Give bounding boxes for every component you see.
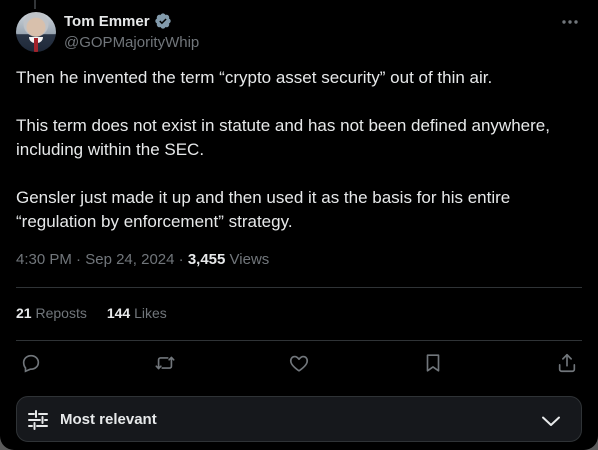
reply-icon[interactable] [20,352,44,376]
likes-count: 144 [106,305,131,321]
views-count: 3,455 [187,251,226,268]
post-card: Tom Emmer @GOPMajorityWhip Then he inven… [0,0,598,450]
verified-badge-icon [154,12,172,30]
tune-sliders-icon [27,409,49,431]
post-paragraph: Then he invented the term “crypto asset … [16,68,493,87]
views-label: Views [229,251,270,268]
post-text: Then he invented the term “crypto asset … [16,66,576,258]
divider [16,287,582,288]
reposts-count: 21 [16,305,32,321]
divider [16,340,582,341]
more-options-icon[interactable] [560,12,580,32]
author-name-row[interactable]: Tom Emmer [64,12,172,30]
like-icon[interactable] [288,352,312,376]
share-icon[interactable] [556,352,580,376]
avatar[interactable] [16,12,56,52]
action-bar [16,352,582,376]
reposts-stat[interactable]: 21 Reposts [16,305,87,321]
author-handle[interactable]: @GOPMajorityWhip [64,34,199,51]
post-time[interactable]: 4:30 PM [16,251,72,268]
post-date[interactable]: Sep 24, 2024 [85,251,174,268]
bookmark-icon[interactable] [422,352,446,376]
sort-label: Most relevant [60,411,157,428]
sort-replies-dropdown[interactable]: Most relevant [16,396,582,442]
post-paragraph: Gensler just made it up and then used it… [16,188,511,231]
thread-connector [34,0,36,9]
post-meta: 4:30 PM · Sep 24, 2024 · 3,455 Views [16,251,270,268]
likes-stat[interactable]: 144 Likes [107,305,167,321]
repost-icon[interactable] [154,352,178,376]
chevron-down-icon [539,409,563,433]
post-paragraph: This term does not exist in statute and … [16,116,550,159]
likes-label: Likes [134,305,167,321]
author-name[interactable]: Tom Emmer [64,13,150,30]
reposts-label: Reposts [35,305,87,321]
engagement-stats: 21 Reposts 144 Likes [16,305,167,321]
